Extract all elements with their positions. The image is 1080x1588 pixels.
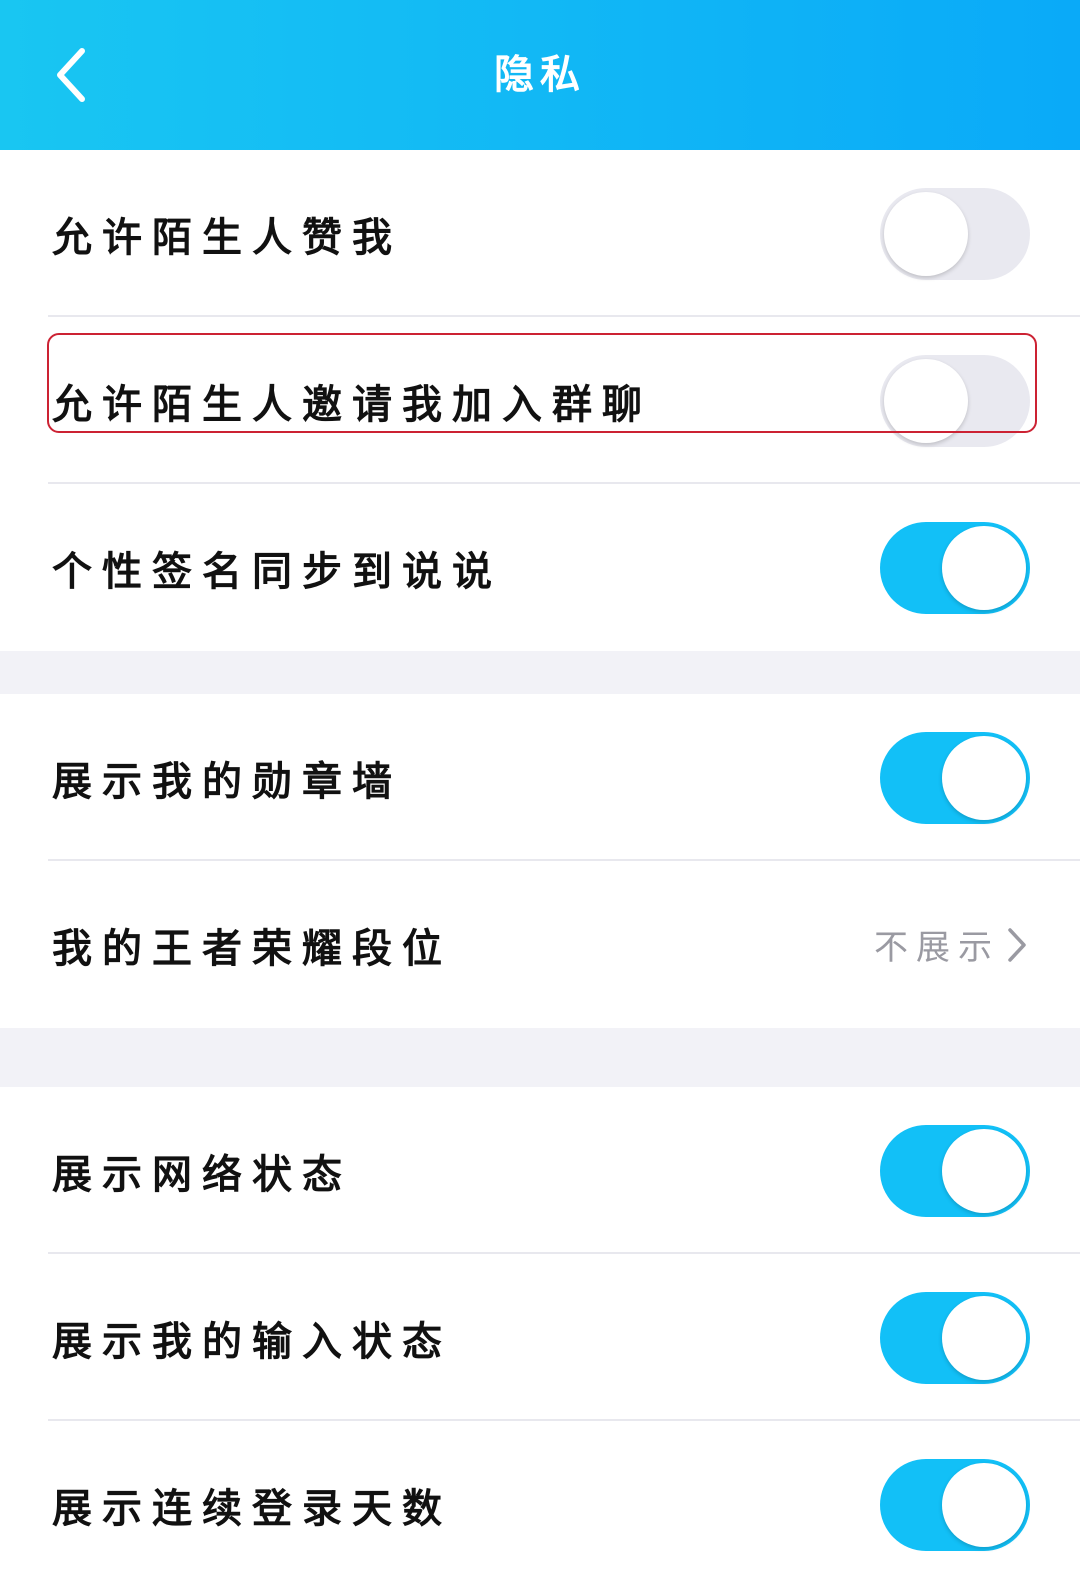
setting-row-show-login-streak: 展示连续登录天数 — [0, 1421, 1080, 1588]
setting-row-show-medal-wall: 展示我的勋章墙 — [0, 694, 1080, 861]
rank-display-value: 不展示 — [874, 928, 1000, 968]
setting-row-show-typing-status: 展示我的输入状态 — [0, 1254, 1080, 1421]
toggle-knob — [942, 525, 1026, 610]
toggle-knob — [942, 1462, 1026, 1547]
setting-label: 展示网络状态 — [52, 1151, 352, 1198]
toggle-knob — [942, 735, 1026, 820]
toggle-show-typing-status[interactable] — [880, 1291, 1030, 1384]
toggle-show-network-status[interactable] — [880, 1124, 1030, 1217]
setting-label: 展示我的输入状态 — [52, 1318, 452, 1365]
toggle-allow-stranger-like[interactable] — [880, 187, 1030, 280]
setting-label: 允许陌生人赞我 — [52, 214, 402, 261]
toggle-knob — [884, 191, 968, 276]
setting-row-honor-of-kings-rank[interactable]: 我的王者荣耀段位 不展示 — [0, 861, 1080, 1028]
settings-group-status: 展示网络状态 展示我的输入状态 展示连续登录天数 — [0, 1087, 1080, 1588]
toggle-knob — [942, 1295, 1026, 1380]
setting-row-show-network-status: 展示网络状态 — [0, 1087, 1080, 1254]
settings-group-display: 展示我的勋章墙 我的王者荣耀段位 不展示 — [0, 694, 1080, 1028]
toggle-knob — [942, 1128, 1026, 1213]
page-title: 隐私 — [494, 52, 586, 98]
setting-label: 展示我的勋章墙 — [52, 758, 402, 805]
toggle-show-medal-wall[interactable] — [880, 731, 1030, 824]
setting-row-allow-stranger-like: 允许陌生人赞我 — [0, 150, 1080, 317]
toggle-show-login-streak[interactable] — [880, 1458, 1030, 1551]
top-nav-bar: 隐私 — [0, 0, 1080, 150]
toggle-sync-signature[interactable] — [880, 521, 1030, 614]
highlight-annotation-box — [47, 333, 1037, 433]
chevron-right-icon — [1008, 927, 1026, 962]
setting-label: 我的王者荣耀段位 — [52, 925, 452, 972]
setting-row-sync-signature: 个性签名同步到说说 — [0, 484, 1080, 651]
setting-label: 展示连续登录天数 — [52, 1485, 452, 1532]
setting-label: 个性签名同步到说说 — [52, 548, 502, 595]
rank-display-selector[interactable]: 不展示 — [874, 861, 1028, 1028]
